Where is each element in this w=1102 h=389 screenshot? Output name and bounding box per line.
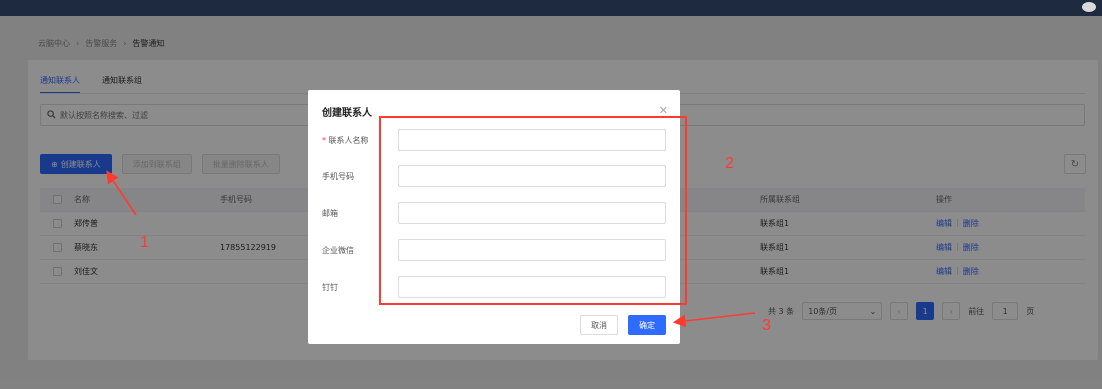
phone-label: 手机号码 <box>322 171 354 181</box>
dingtalk-label: 钉钉 <box>322 282 338 292</box>
confirm-button[interactable]: 确定 <box>628 315 666 335</box>
email-input[interactable] <box>398 202 666 224</box>
field-label: * 联系人名称 <box>308 135 398 146</box>
wecom-input[interactable] <box>398 239 666 261</box>
form-row-name: * 联系人名称 <box>308 128 680 152</box>
top-nav-bar <box>0 0 1102 16</box>
user-avatar[interactable] <box>1082 2 1096 12</box>
dialog-footer: 取消 确定 <box>580 315 666 335</box>
phone-input[interactable] <box>398 165 666 187</box>
annotation-number-2: 2 <box>725 155 734 172</box>
cancel-button[interactable]: 取消 <box>580 315 618 335</box>
dingtalk-input[interactable] <box>398 276 666 298</box>
contact-name-label: 联系人名称 <box>328 135 369 145</box>
dialog-title: 创建联系人 <box>322 108 372 119</box>
form-row-phone: 手机号码 <box>308 164 680 188</box>
annotation-number-3: 3 <box>762 317 771 334</box>
form-row-email: 邮箱 <box>308 201 680 225</box>
form-row-dingtalk: 钉钉 <box>308 275 680 299</box>
wecom-label: 企业微信 <box>322 245 354 255</box>
annotation-number-1: 1 <box>140 234 149 251</box>
create-contact-dialog: 创建联系人 ✕ * 联系人名称 手机号码 邮箱 企业微信 钉钉 取消 确定 <box>308 90 680 344</box>
contact-name-input[interactable] <box>398 129 666 151</box>
form-row-wecom: 企业微信 <box>308 238 680 262</box>
email-label: 邮箱 <box>322 208 338 218</box>
close-icon[interactable]: ✕ <box>659 104 668 117</box>
